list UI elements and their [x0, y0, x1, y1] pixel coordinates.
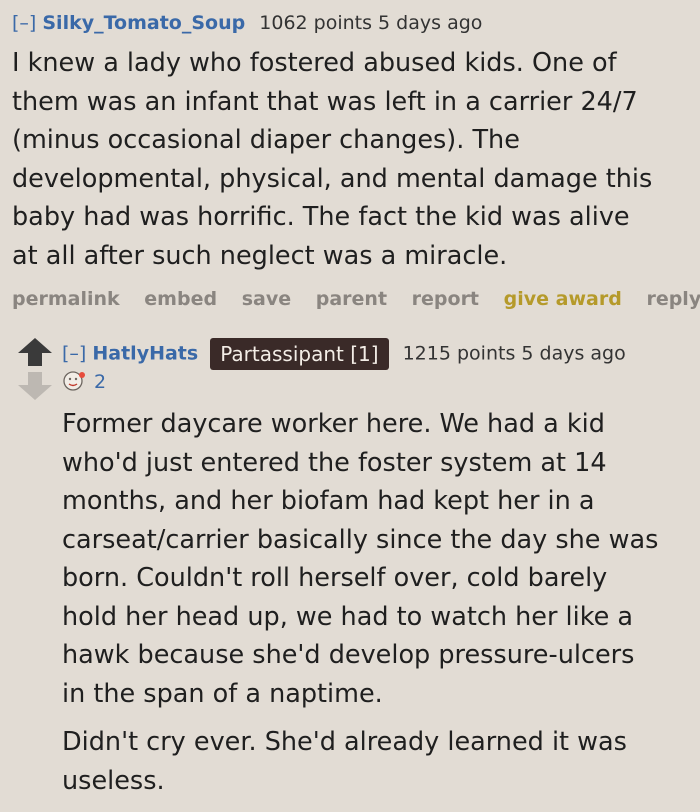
author-link[interactable]: Silky_Tomato_Soup: [42, 12, 245, 34]
comment-line: at all after such neglect was a miracle.: [12, 240, 508, 271]
award-icon: [63, 371, 85, 391]
score-and-time: 1215 points 5 days ago: [402, 342, 626, 365]
save-link[interactable]: save: [242, 288, 291, 310]
comment-line: Didn't cry ever. She'd already learned i…: [62, 727, 627, 757]
award-count: 2: [94, 371, 107, 393]
report-link[interactable]: report: [412, 288, 479, 310]
comment-line: them was an infant that was left in a ca…: [12, 86, 638, 117]
comment-line: carseat/carrier basically since the day …: [62, 524, 659, 555]
upvote-arrow-icon[interactable]: [18, 338, 52, 366]
collapse-toggle[interactable]: [–]: [12, 12, 36, 34]
downvote-arrow-icon[interactable]: [18, 372, 52, 400]
comment-line: who'd just entered the foster system at …: [62, 447, 607, 478]
author-link[interactable]: HatlyHats: [92, 343, 198, 365]
award-badge[interactable]: 2: [62, 370, 106, 393]
comment-line: born. Couldn't roll herself over, cold b…: [62, 563, 608, 593]
comment-line: (minus occasional diaper changes). The: [12, 125, 520, 155]
comment-actions: permalink embed save parent report give …: [12, 288, 700, 310]
comment-line: developmental, physical, and mental dama…: [12, 163, 653, 194]
comment-body: Former daycare worker here. We had a kid…: [62, 405, 658, 713]
comment-tagline: [–] HatlyHats Partassipant [1] 1215 poin…: [62, 338, 626, 370]
comment-line: baby had was horrific. The fact the kid …: [12, 202, 630, 232]
comment-line: hold her head up, we had to watch her li…: [62, 601, 633, 632]
comment-tagline: [–] Silky_Tomato_Soup 1062 points 5 days…: [12, 11, 482, 35]
collapse-toggle[interactable]: [–]: [62, 343, 86, 365]
comment-body: Didn't cry ever. She'd already learned i…: [62, 723, 627, 800]
comment-line: useless.: [62, 765, 165, 796]
user-flair: Partassipant [1]: [210, 338, 389, 370]
parent-link[interactable]: parent: [316, 288, 387, 310]
comment-line: Former daycare worker here. We had a kid: [62, 409, 605, 439]
score-and-time: 1062 points 5 days ago: [259, 12, 483, 34]
reply-link[interactable]: reply: [646, 288, 700, 310]
give-award-link[interactable]: give award: [504, 288, 622, 310]
comment-line: in the span of a naptime.: [62, 678, 383, 709]
comment-line: hawk because she'd develop pressure-ulce…: [62, 640, 635, 670]
permalink-link[interactable]: permalink: [12, 288, 120, 310]
comment-line: I knew a lady who fostered abused kids. …: [12, 48, 617, 78]
embed-link[interactable]: embed: [144, 288, 217, 310]
vote-controls: [18, 338, 52, 402]
comment-line: months, and her biofam had kept her in a: [62, 486, 595, 516]
comment-body: I knew a lady who fostered abused kids. …: [12, 44, 652, 275]
